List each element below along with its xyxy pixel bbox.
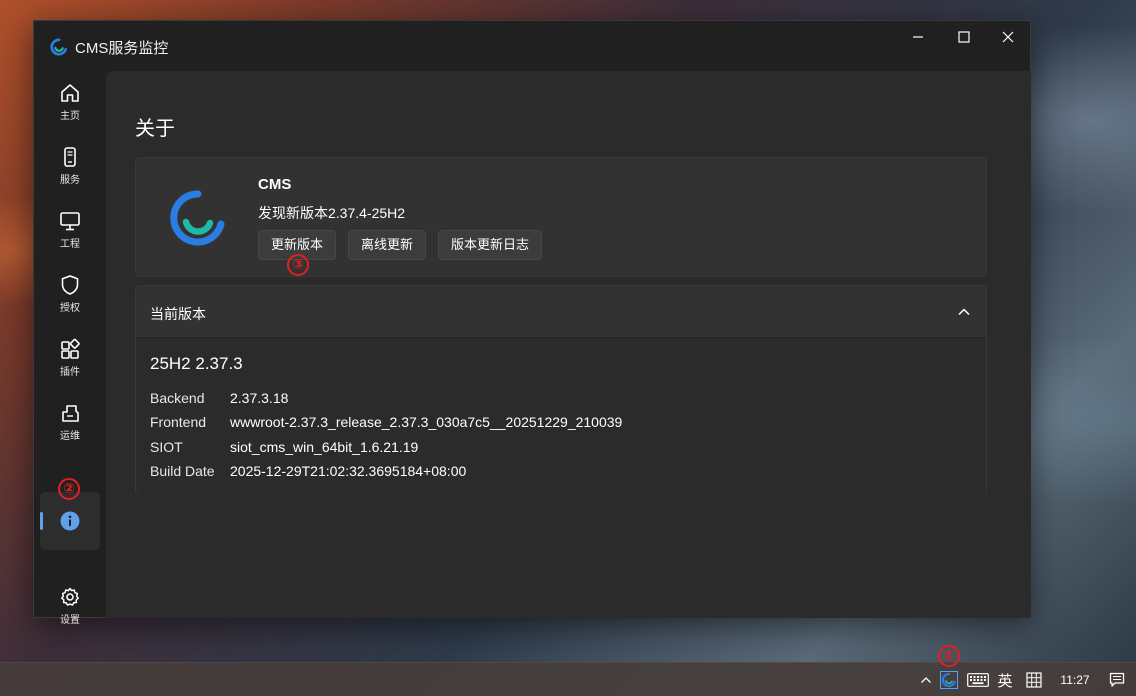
chevron-up-icon: [921, 677, 931, 683]
sidebar-item-plugins[interactable]: 插件: [40, 329, 100, 387]
detail-value: 2025-12-29T21:02:32.3695184+08:00: [230, 463, 467, 479]
monitor-icon: [60, 212, 80, 231]
product-logo-icon: [170, 190, 225, 246]
current-version: 25H2 2.37.3: [150, 354, 243, 373]
tray-input-method[interactable]: 英: [994, 671, 1016, 690]
detail-key: Backend: [150, 390, 205, 406]
detail-key: Frontend: [150, 414, 207, 430]
sidebar-item-label: 服务: [60, 175, 80, 186]
sidebar-item-about[interactable]: [40, 492, 100, 550]
keyboard-icon: [967, 673, 989, 687]
version-card-header[interactable]: 当前版本: [136, 286, 986, 338]
changelog-button[interactable]: 版本更新日志: [438, 230, 543, 260]
sidebar-item-label: 工程: [60, 239, 80, 250]
phone-icon: [64, 147, 76, 167]
version-card: 当前版本 25H2 2.37.3 Backend 2.37.3.18 Front…: [135, 285, 987, 496]
app-logo-icon: [50, 38, 68, 56]
notification-icon: [1109, 672, 1125, 687]
product-name: CMS: [258, 176, 292, 193]
tools-icon: [62, 405, 79, 422]
shield-icon: [61, 275, 79, 295]
sidebar-item-home[interactable]: 主页: [40, 73, 100, 131]
apps-icon: [61, 338, 80, 359]
detail-key: SIOT: [150, 439, 183, 455]
update-card: CMS 发现新版本2.37.4-25H2 更新版本 离线更新 版本更新日志 ③: [135, 157, 987, 277]
app-window: CMS服务监控 主页 服务 工程 授权 插件 运维 设置 ② 关于 CMS 发现…: [33, 20, 1031, 626]
sidebar-item-label: 插件: [60, 367, 80, 378]
sidebar-item-service[interactable]: 服务: [40, 137, 100, 195]
sidebar: 主页 服务 工程 授权 插件 运维 设置 ②: [34, 71, 106, 626]
maximize-button[interactable]: [942, 21, 986, 53]
sidebar-item-project[interactable]: 工程: [40, 201, 100, 259]
offline-update-button[interactable]: 离线更新: [348, 230, 427, 260]
sidebar-item-label: 运维: [60, 431, 80, 442]
close-icon: [1002, 31, 1014, 43]
app-title: CMS服务监控: [75, 40, 169, 57]
gear-icon: [60, 587, 80, 606]
annotation-marker-2: ②: [58, 478, 80, 500]
title-bar[interactable]: CMS服务监控: [34, 21, 1030, 71]
page-title: 关于: [135, 118, 175, 140]
version-card-body: 25H2 2.37.3 Backend 2.37.3.18 Frontend w…: [136, 338, 986, 496]
detail-value: wwwroot-2.37.3_release_2.37.3_030a7c5__2…: [230, 414, 623, 430]
grid-icon: [1026, 672, 1042, 688]
maximize-icon: [958, 31, 970, 43]
main-content: 关于 CMS 发现新版本2.37.4-25H2 更新版本 离线更新 版本更新日志…: [106, 71, 1031, 618]
minimize-icon: [913, 36, 923, 38]
detail-value: 2.37.3.18: [230, 390, 289, 406]
taskbar: ① 英 11:27: [0, 645, 1136, 696]
tray-clock[interactable]: 11:27: [1054, 671, 1096, 689]
tray-notifications[interactable]: [1108, 671, 1126, 689]
chevron-up-icon[interactable]: [956, 304, 972, 320]
active-indicator: [40, 512, 43, 530]
tray-app-cms[interactable]: [940, 671, 958, 689]
minimize-button[interactable]: [896, 21, 940, 53]
sidebar-item-ops[interactable]: 运维: [40, 393, 100, 451]
sidebar-item-label: 授权: [60, 303, 80, 314]
annotation-marker-3: ③: [287, 254, 309, 276]
sidebar-item-label: 设置: [60, 615, 80, 626]
sidebar-item-settings[interactable]: 设置: [40, 577, 100, 635]
detail-key: Build Date: [150, 463, 215, 479]
version-card-title: 当前版本: [150, 306, 206, 322]
sidebar-item-license[interactable]: 授权: [40, 265, 100, 323]
info-icon: [60, 511, 80, 531]
close-button[interactable]: [986, 21, 1030, 53]
new-version-text: 发现新版本2.37.4-25H2: [258, 205, 406, 221]
tray-overflow-button[interactable]: [918, 671, 934, 689]
sidebar-item-label: 主页: [60, 111, 80, 122]
detail-value: siot_cms_win_64bit_1.6.21.19: [230, 439, 419, 455]
annotation-marker-1: ①: [938, 645, 960, 667]
cms-tray-icon: [940, 671, 958, 689]
tray-ime-mode[interactable]: [1024, 671, 1044, 689]
tray-keyboard[interactable]: [966, 671, 990, 689]
home-icon: [61, 84, 79, 102]
